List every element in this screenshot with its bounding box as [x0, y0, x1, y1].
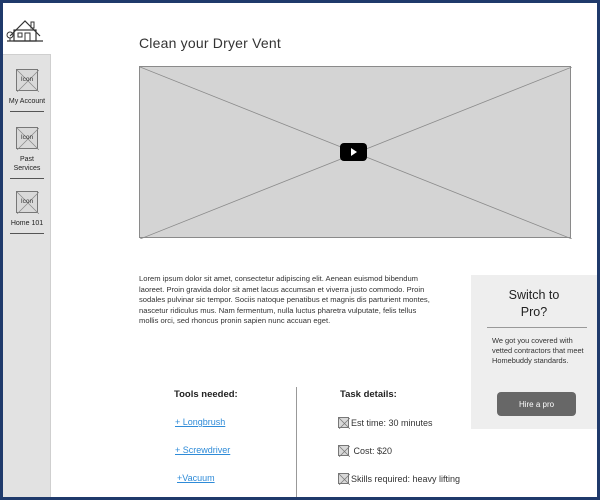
play-button[interactable]: [340, 143, 367, 161]
hire-pro-button[interactable]: Hire a pro: [497, 392, 576, 416]
tools-heading: Tools needed:: [174, 389, 238, 400]
icon-placeholder-text: Icon: [20, 198, 34, 205]
divider: [10, 233, 44, 234]
promo-title: Switch to Pro?: [471, 287, 597, 321]
divider: [487, 327, 587, 328]
clock-icon: [338, 417, 350, 429]
promo-text: We got you covered with vetted contracto…: [492, 336, 584, 365]
task-item: Est time: 30 minutes: [338, 417, 433, 429]
tool-link-longbrush[interactable]: + Longbrush: [175, 417, 225, 427]
sidebar-item-label: Home 101: [10, 220, 44, 227]
placeholder-icon: Icon: [16, 69, 39, 92]
sidebar-item-my-account[interactable]: Icon My Account: [3, 69, 51, 112]
task-skills: Skills required: heavy lifting: [351, 474, 461, 484]
task-cost: Cost: $20: [351, 446, 393, 456]
divider: [10, 178, 44, 179]
skills-icon: [338, 473, 350, 485]
tool-link-screwdriver[interactable]: + Screwdriver: [175, 445, 230, 455]
placeholder-icon: Icon: [16, 127, 39, 150]
video-player[interactable]: [139, 66, 572, 239]
description-text: Lorem ipsum dolor sit amet, consectetur …: [139, 274, 430, 326]
column-divider: [296, 387, 297, 497]
task-est-time: Est time: 30 minutes: [351, 418, 433, 428]
placeholder-icon: Icon: [16, 191, 39, 214]
task-item: Cost: $20: [338, 445, 393, 457]
tool-link-vacuum[interactable]: +Vacuum: [177, 473, 215, 483]
logo[interactable]: [3, 3, 51, 55]
divider: [10, 111, 44, 112]
house-logo-icon: [6, 20, 43, 42]
cost-icon: [338, 445, 350, 457]
sidebar-item-past-services[interactable]: Icon Past Services: [3, 127, 51, 179]
page-title: Clean your Dryer Vent: [139, 35, 281, 51]
sidebar-item-home-101[interactable]: Icon Home 101: [3, 191, 51, 234]
icon-placeholder-text: Icon: [20, 134, 34, 141]
sidebar-item-label: My Account: [8, 98, 46, 105]
task-heading: Task details:: [340, 389, 397, 400]
app-window: Icon My Account Icon Past Services Icon …: [0, 0, 600, 500]
promo-card: Switch to Pro? We got you covered with v…: [471, 275, 597, 429]
promo-title-text: Switch to Pro?: [508, 288, 560, 319]
play-icon: [351, 148, 357, 156]
task-item: Skills required: heavy lifting: [338, 473, 461, 485]
sidebar-item-label: Past Services: [13, 156, 41, 172]
sidebar: Icon My Account Icon Past Services Icon …: [3, 3, 51, 497]
icon-placeholder-text: Icon: [20, 76, 34, 83]
